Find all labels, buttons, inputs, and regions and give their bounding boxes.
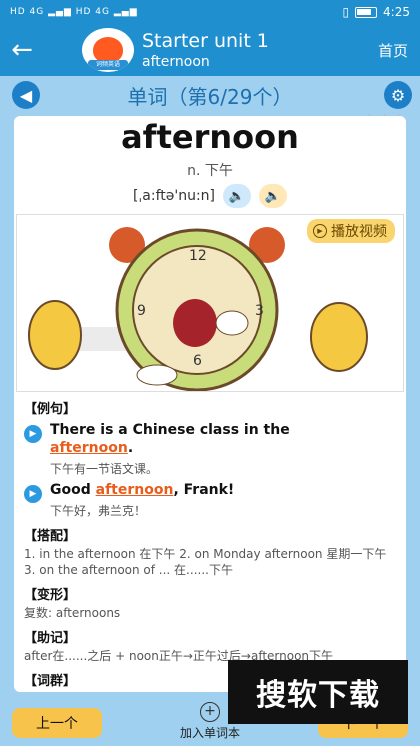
svg-text:9: 9 [137,303,146,319]
example-1-highlight: afternoon [50,440,128,456]
plus-icon: + [200,702,220,722]
speaker-us-icon[interactable]: 🔈 [259,184,288,208]
collocation-text: 1. in the afternoon 在下午 2. on Monday aft… [24,547,387,577]
word-card: afternoon n. 下午 [ˌa:ftə'nu:n] 🔈 🔈 12 3 9… [14,116,406,692]
signal-indicators: HD 4G ▂▄▆ HD 4G ▂▄▆ [10,7,138,17]
svg-text:6: 6 [193,353,202,369]
home-button[interactable]: 首页 [378,40,408,61]
example-2-text: Good [50,482,96,498]
forms-text: 复数: afternoons [24,606,121,620]
back-arrow-icon[interactable]: ← [0,24,44,76]
illustration: 12 3 9 6 ▶ 播放视频 [16,214,404,392]
collocation-heading: 【搭配】 [24,529,77,544]
battery-icon [355,6,378,18]
word-subtitle: afternoon [142,54,210,70]
forms-heading: 【变形】 [24,588,77,603]
svg-text:3: 3 [255,303,264,319]
speaker-uk-icon[interactable]: 🔈 [223,184,252,208]
watermark-overlay: 搜软下载 [228,660,408,724]
example-2-translation: 下午好，弗兰克！ [50,504,147,518]
mnemonic-heading: 【助记】 [24,631,77,646]
part-of-speech: n. 下午 [187,163,233,179]
previous-button[interactable]: 上一个 [12,708,102,738]
play-example-icon[interactable]: ▶ [24,425,42,443]
example-2-highlight: afternoon [95,482,174,498]
play-icon: ▶ [313,224,327,238]
play-video-button[interactable]: ▶ 播放视频 [307,219,395,243]
word-counter-bar: ◀ 单词（第6/29个） ⚙ [0,76,420,114]
play-example-icon[interactable]: ▶ [24,485,42,503]
settings-gear-icon[interactable]: ⚙ [384,81,412,109]
example-1-text: There is a Chinese class in the [50,422,290,438]
example-1-end: . [127,440,134,456]
play-video-label: 播放视频 [331,224,387,240]
example-2-end: , Frank! [173,482,235,498]
phonetic: [ˌa:ftə'nu:n] [132,188,216,204]
status-bar: HD 4G ▂▄▆ HD 4G ▂▄▆ ▯ 4:25 [0,0,420,24]
app-bar: ← 词频英语 Starter unit 1 afternoon 首页 [0,24,420,76]
example-1: ▶ There is a Chinese class in the afterno… [24,421,396,477]
svg-text:12: 12 [189,248,207,264]
vibrate-icon: ▯ [342,5,350,19]
add-to-wordbook-label: 加入单词本 [179,726,240,740]
clock: 4:25 [383,5,410,19]
example-2: ▶ Good afternoon, Frank! 下午好，弗兰克！ [24,481,396,519]
word-counter: 单词（第6/29个） [127,84,293,109]
back-circle-icon[interactable]: ◀ [12,81,40,109]
headword: afternoon [121,118,299,156]
example-1-translation: 下午有一节语文课。 [50,462,159,476]
unit-title: Starter unit 1 [142,30,269,52]
app-logo: 词频英语 [82,28,134,72]
examples-heading: 【例句】 [24,402,77,417]
logo-text: 词频英语 [88,60,128,70]
